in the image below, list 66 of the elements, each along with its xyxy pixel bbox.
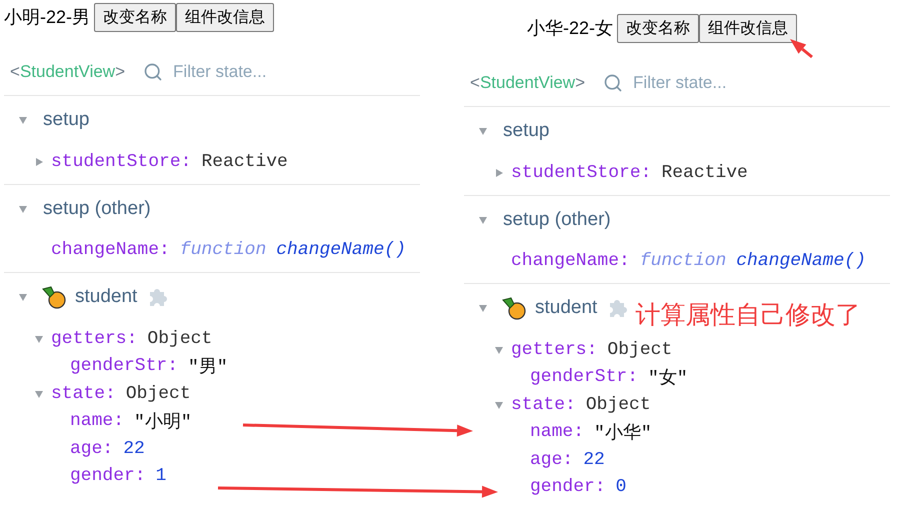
function-keyword: function <box>640 251 726 272</box>
caret-icon[interactable] <box>478 214 488 224</box>
puzzle-icon <box>147 286 170 308</box>
property-value: Object <box>126 384 191 404</box>
caret-icon[interactable] <box>18 115 28 125</box>
function-keyword: function <box>180 240 266 260</box>
caret-icon[interactable] <box>34 388 44 399</box>
puzzle-icon <box>607 297 630 319</box>
section-title: student <box>535 297 598 319</box>
caret-icon[interactable] <box>18 292 28 302</box>
property-value: "男" <box>188 356 228 378</box>
caret-icon[interactable] <box>494 400 504 410</box>
action-button[interactable]: 改变名称 <box>94 2 176 32</box>
property-value: 1 <box>156 466 166 486</box>
caret-icon[interactable] <box>478 126 488 136</box>
property-key: changeName: <box>511 251 630 272</box>
property-value: Object <box>607 340 672 360</box>
property-value: changeName() <box>276 240 406 260</box>
annotation-note: 计算属性自己修改了 <box>635 300 860 330</box>
caret-icon[interactable] <box>478 303 488 313</box>
property-key: gender: <box>70 466 146 486</box>
property-key: state: <box>511 394 576 415</box>
property-key: age: <box>70 438 114 459</box>
property-key: age: <box>530 450 574 470</box>
property-key: changeName: <box>51 240 170 260</box>
property-key: name: <box>530 422 584 442</box>
student-summary: 小明-22-男 <box>4 6 90 29</box>
section-title: setup (other) <box>43 198 151 220</box>
property-value: "小华" <box>594 422 652 444</box>
property-value: changeName() <box>736 251 866 272</box>
section-title: setup <box>503 120 550 142</box>
caret-icon[interactable] <box>494 168 504 178</box>
property-key: getters: <box>511 340 598 360</box>
component-tag: <StudentView> <box>10 62 126 82</box>
property-value: "女" <box>648 368 688 390</box>
caret-icon[interactable] <box>34 156 44 167</box>
caret-icon[interactable] <box>494 344 504 355</box>
student-summary: 小华-22-女 <box>527 17 614 40</box>
property-value: Reactive <box>661 162 748 183</box>
property-value: 22 <box>123 438 145 459</box>
search-icon <box>143 62 164 82</box>
caret-icon[interactable] <box>34 334 44 344</box>
property-key: studentStore: <box>511 162 652 183</box>
property-value: Object <box>147 328 212 349</box>
property-key: studentStore: <box>51 152 192 172</box>
property-key: state: <box>51 384 116 404</box>
property-value: Object <box>586 394 651 415</box>
property-key: name: <box>70 411 124 432</box>
component-tag: <StudentView> <box>470 73 586 93</box>
property-value: 0 <box>616 477 626 498</box>
property-key: gender: <box>530 477 606 498</box>
section-title: student <box>75 286 138 308</box>
property-key: genderStr: <box>530 367 638 388</box>
annotation-arrow <box>790 39 813 58</box>
action-button[interactable]: 改变名称 <box>617 14 700 42</box>
action-button[interactable]: 组件改信息 <box>699 14 798 42</box>
property-value: 22 <box>583 450 605 470</box>
search-icon <box>603 73 624 93</box>
property-value: Reactive <box>201 152 288 172</box>
section-title: setup (other) <box>503 208 611 230</box>
caret-icon[interactable] <box>18 204 28 214</box>
property-value: "小明" <box>134 411 192 434</box>
property-key: genderStr: <box>70 356 178 376</box>
section-title: setup <box>43 109 90 131</box>
action-button[interactable]: 组件改信息 <box>176 2 274 32</box>
property-key: getters: <box>51 328 138 349</box>
